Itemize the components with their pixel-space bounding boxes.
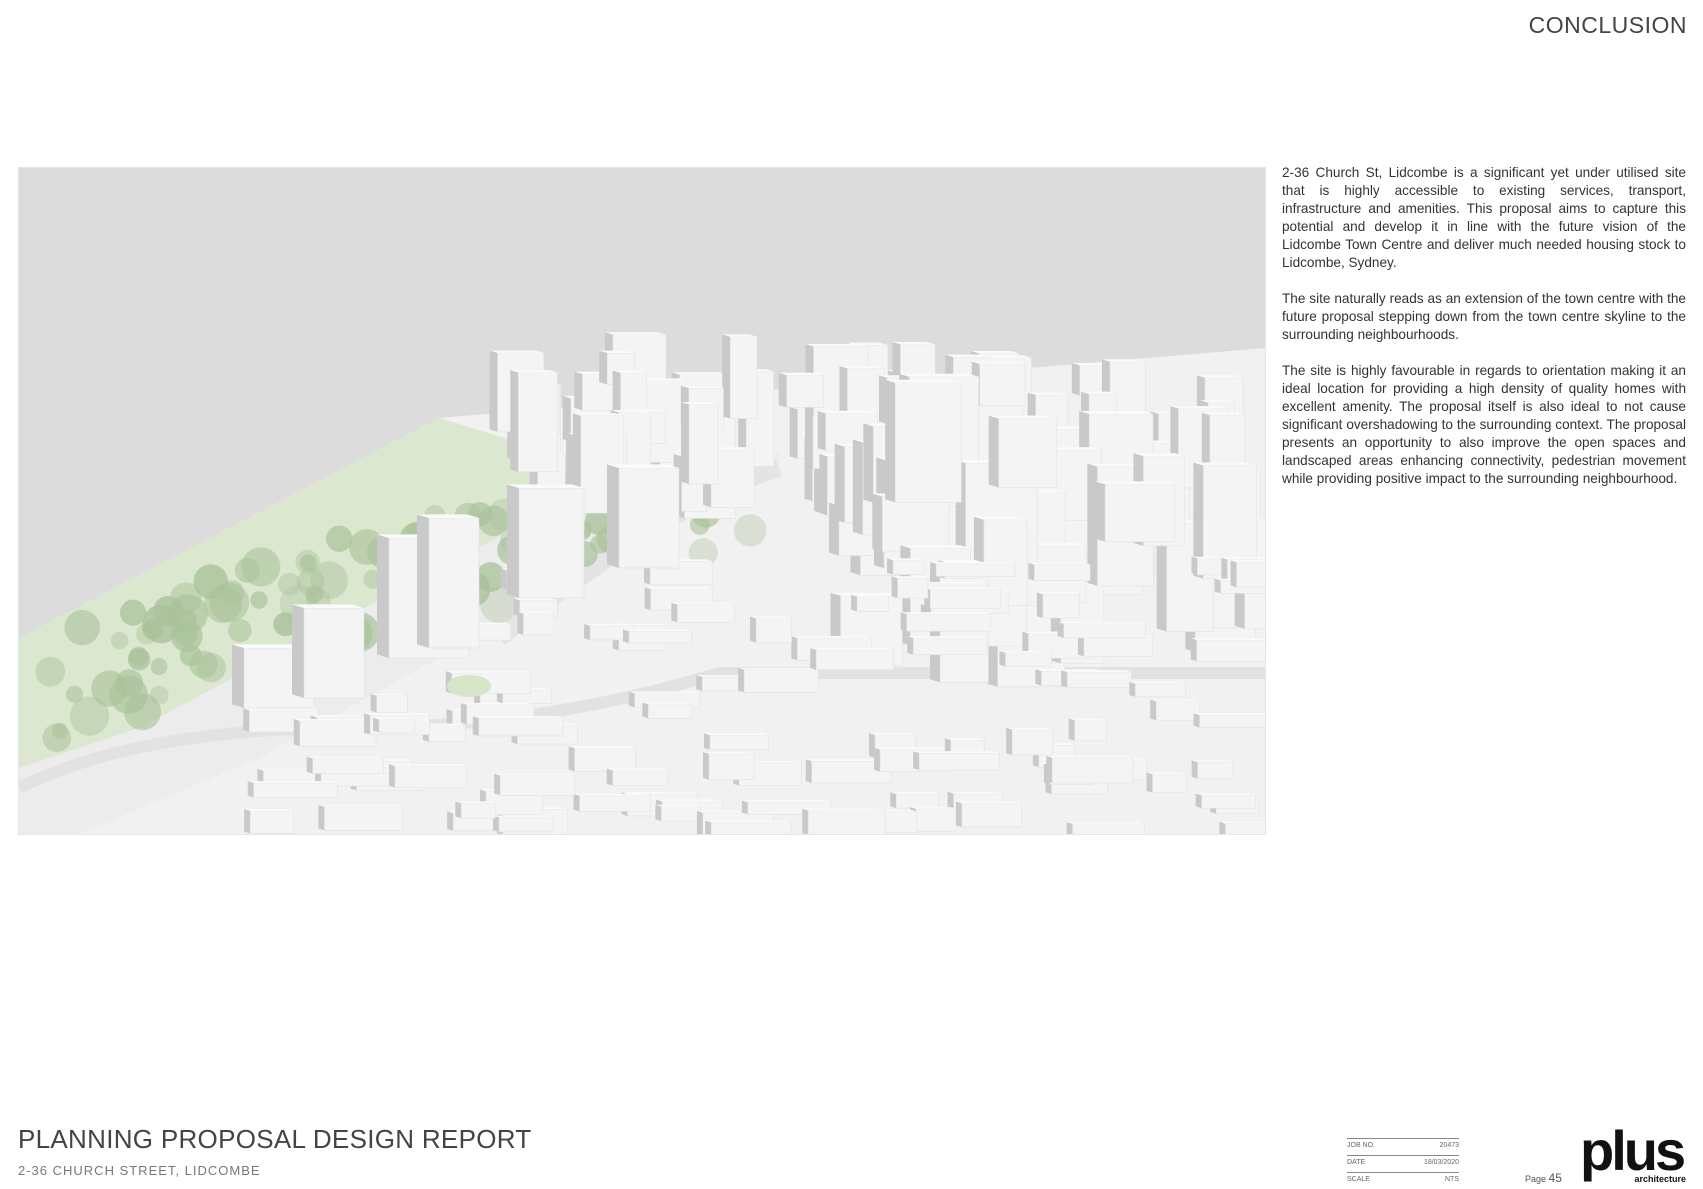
job-number-label: JOB NO.: [1347, 1142, 1376, 1149]
title-block-row: JOB NO. 20473: [1347, 1138, 1459, 1155]
scale-label: SCALE: [1347, 1176, 1370, 1183]
title-block-row: SCALE NTS: [1347, 1172, 1459, 1189]
date-label: DATE: [1347, 1159, 1366, 1166]
section-title: CONCLUSION: [1528, 12, 1687, 38]
report-title: PLANNING PROPOSAL DESIGN REPORT: [18, 1124, 532, 1154]
page-number: Page 45: [1525, 1171, 1562, 1185]
page-label: Page: [1525, 1174, 1547, 1184]
plus-architecture-logo: plus architecture: [1580, 1119, 1688, 1185]
conclusion-text: 2-36 Church St, Lidcombe is a significan…: [1282, 164, 1686, 506]
title-block: JOB NO. 20473 DATE 18/03/2020 SCALE NTS: [1347, 1138, 1459, 1189]
page-number-value: 45: [1548, 1171, 1562, 1185]
paragraph-3: The site is highly favourable in regards…: [1282, 363, 1686, 486]
paragraph-2: The site naturally reads as an extension…: [1282, 291, 1686, 342]
report-subtitle: 2-36 CHURCH STREET, LIDCOMBE: [18, 1163, 261, 1178]
job-number-value: 20473: [1439, 1142, 1459, 1149]
scale-value: NTS: [1445, 1176, 1459, 1183]
title-block-row: DATE 18/03/2020: [1347, 1155, 1459, 1172]
logo-tag: architecture: [1634, 1174, 1686, 1184]
paragraph-1: 2-36 Church St, Lidcombe is a significan…: [1282, 165, 1686, 270]
logo-word: plus: [1580, 1119, 1686, 1182]
date-value: 18/03/2020: [1423, 1159, 1459, 1166]
aerial-massing-render: [18, 167, 1266, 835]
massing-render-image: [19, 168, 1265, 834]
